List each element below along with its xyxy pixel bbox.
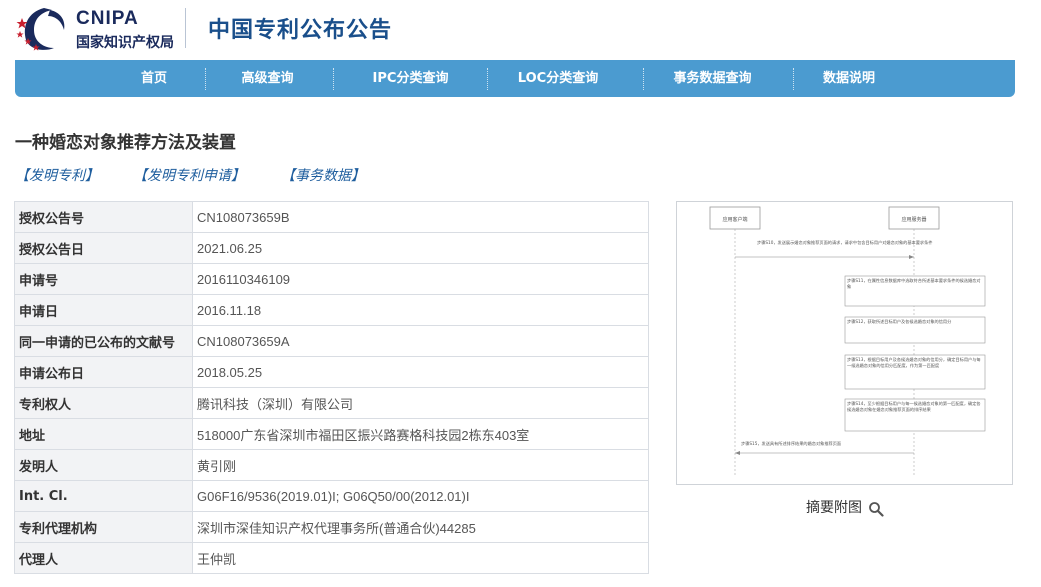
field-value: 2016110346109 (192, 263, 649, 295)
field-label: Int. Cl. (14, 480, 193, 512)
step-s13: 步骤S13，根据目标用户及各候选婚恋对象的信用分，确定目标用户与每一候选婚恋对象… (844, 354, 986, 390)
step-s13-label: 步骤S13，根据目标用户及各候选婚恋对象的信用分，确定目标用户与每一候选婚恋对象… (847, 357, 981, 368)
actor-client: 应用客户端 (709, 206, 761, 230)
nav-item-advanced-search[interactable]: 高级查询 (220, 60, 315, 97)
field-value: 深圳市深佳知识产权代理事务所(普通合伙)44285 (192, 511, 649, 543)
nav-separator (205, 68, 206, 90)
field-label: 同一申请的已公布的文献号 (14, 325, 193, 357)
table-row: 代理人 王仲凯 (14, 542, 649, 574)
table-row: 发明人 黄引刚 (14, 449, 649, 481)
sequence-diagram: 应用客户端 应用服务器 步骤S10，发送展示婚恋对象推荐页面的请求，请求中包含目… (709, 206, 986, 477)
field-label: 申请号 (14, 263, 193, 295)
field-value: 518000广东省深圳市福田区振兴路赛格科技园2栋东403室 (192, 418, 649, 450)
link-transaction-data[interactable]: 【事务数据】 (281, 165, 365, 185)
step-s12-label: 步骤S12，获取所述目标用户及各候选婚恋对象的信用分 (847, 319, 952, 324)
field-value: 王仲凯 (192, 542, 649, 574)
link-invention-patent[interactable]: 【发明专利】 (15, 165, 99, 185)
actor-client-label: 应用客户端 (722, 216, 747, 223)
field-label: 专利代理机构 (14, 511, 193, 543)
logo-text-cnipa: CNIPA (76, 8, 139, 29)
table-row: 申请公布日 2018.05.25 (14, 356, 649, 388)
nav-item-data-description[interactable]: 数据说明 (808, 60, 890, 97)
header-divider (185, 8, 186, 48)
field-label: 申请日 (14, 294, 193, 326)
actor-server: 应用服务器 (888, 206, 940, 230)
table-row: 专利代理机构 深圳市深佳知识产权代理事务所(普通合伙)44285 (14, 511, 649, 543)
step-s12: 步骤S12，获取所述目标用户及各候选婚恋对象的信用分 (844, 316, 986, 344)
site-title: 中国专利公布公告 (208, 18, 393, 43)
step-s11: 步骤S11，在属性信息数据库中选取符合所述基本要求条件的候选婚恋对象 (844, 275, 986, 307)
field-label: 地址 (14, 418, 193, 450)
nav-separator (333, 68, 334, 90)
step-s10-label: 步骤S10，发送展示婚恋对象推荐页面的请求，请求中包含目标用户对婚恋对象的基本要… (757, 239, 933, 246)
field-label: 专利权人 (14, 387, 193, 419)
nav-item-loc-search[interactable]: LOC分类查询 (503, 60, 613, 97)
abstract-drawing-caption[interactable]: 摘要附图 (806, 497, 862, 517)
field-label: 授权公告号 (14, 201, 193, 233)
table-row: 申请日 2016.11.18 (14, 294, 649, 326)
step-s11-label: 步骤S11，在属性信息数据库中选取符合所述基本要求条件的候选婚恋对象 (847, 278, 981, 289)
main-nav: 首页 高级查询 IPC分类查询 LOC分类查询 事务数据查询 数据说明 (15, 60, 1015, 97)
link-invention-application[interactable]: 【发明专利申请】 (133, 165, 245, 185)
step-s14-label: 步骤S14，至少根据目标用户与每一候选婚恋对象的第一匹配度，确定各候选婚恋对象在… (847, 401, 981, 412)
cnipa-logo[interactable]: CNIPA 国家知识产权局 (14, 4, 189, 54)
nav-item-transaction-search[interactable]: 事务数据查询 (655, 60, 770, 97)
nav-item-home[interactable]: 首页 (115, 60, 193, 97)
site-header: CNIPA 国家知识产权局 中国专利公布公告 (0, 0, 1041, 58)
table-row: 授权公告号 CN108073659B (14, 201, 649, 233)
step-s14: 步骤S14，至少根据目标用户与每一候选婚恋对象的第一匹配度，确定各候选婚恋对象在… (844, 398, 986, 432)
patent-info-table: 授权公告号 CN108073659B 授权公告日 2021.06.25 申请号 20161… (14, 201, 649, 574)
nav-separator (487, 68, 488, 90)
actor-server-label: 应用服务器 (901, 216, 926, 223)
logo-text-agency: 国家知识产权局 (76, 35, 174, 51)
magnifier-icon[interactable] (868, 501, 884, 517)
step-s15-label: 步骤S15，发送具有所述排序结果的婚恋对象推荐页面 (741, 440, 841, 447)
step-s10: 步骤S10，发送展示婚恋对象推荐页面的请求，请求中包含目标用户对婚恋对象的基本要… (735, 239, 933, 259)
nav-separator (793, 68, 794, 90)
field-value: G06F16/9536(2019.01)I; G06Q50/00(2012.01… (192, 480, 649, 512)
table-row: 授权公告日 2021.06.25 (14, 232, 649, 264)
field-value: 黄引刚 (192, 449, 649, 481)
field-value: 腾讯科技（深圳）有限公司 (192, 387, 649, 419)
field-label: 授权公告日 (14, 232, 193, 264)
table-row: 地址 518000广东省深圳市福田区振兴路赛格科技园2栋东403室 (14, 418, 649, 450)
table-row: 申请号 2016110346109 (14, 263, 649, 295)
table-row: 专利权人 腾讯科技（深圳）有限公司 (14, 387, 649, 419)
field-value: 2021.06.25 (192, 232, 649, 264)
table-row: 同一申请的已公布的文献号 CN108073659A (14, 325, 649, 357)
field-value: CN108073659A (192, 325, 649, 357)
field-value: 2016.11.18 (192, 294, 649, 326)
nav-item-ipc-search[interactable]: IPC分类查询 (353, 60, 468, 97)
field-label: 发明人 (14, 449, 193, 481)
abstract-drawing[interactable]: 应用客户端 应用服务器 步骤S10，发送展示婚恋对象推荐页面的请求，请求中包含目… (676, 201, 1013, 485)
nav-separator (643, 68, 644, 90)
cnipa-logo-icon (16, 8, 65, 51)
field-value: CN108073659B (192, 201, 649, 233)
table-row: Int. Cl. G06F16/9536(2019.01)I; G06Q50/00… (14, 480, 649, 512)
patent-title: 一种婚恋对象推荐方法及装置 (15, 133, 236, 153)
field-value: 2018.05.25 (192, 356, 649, 388)
step-s15: 步骤S15，发送具有所述排序结果的婚恋对象推荐页面 (735, 440, 914, 455)
field-label: 申请公布日 (14, 356, 193, 388)
field-label: 代理人 (14, 542, 193, 574)
